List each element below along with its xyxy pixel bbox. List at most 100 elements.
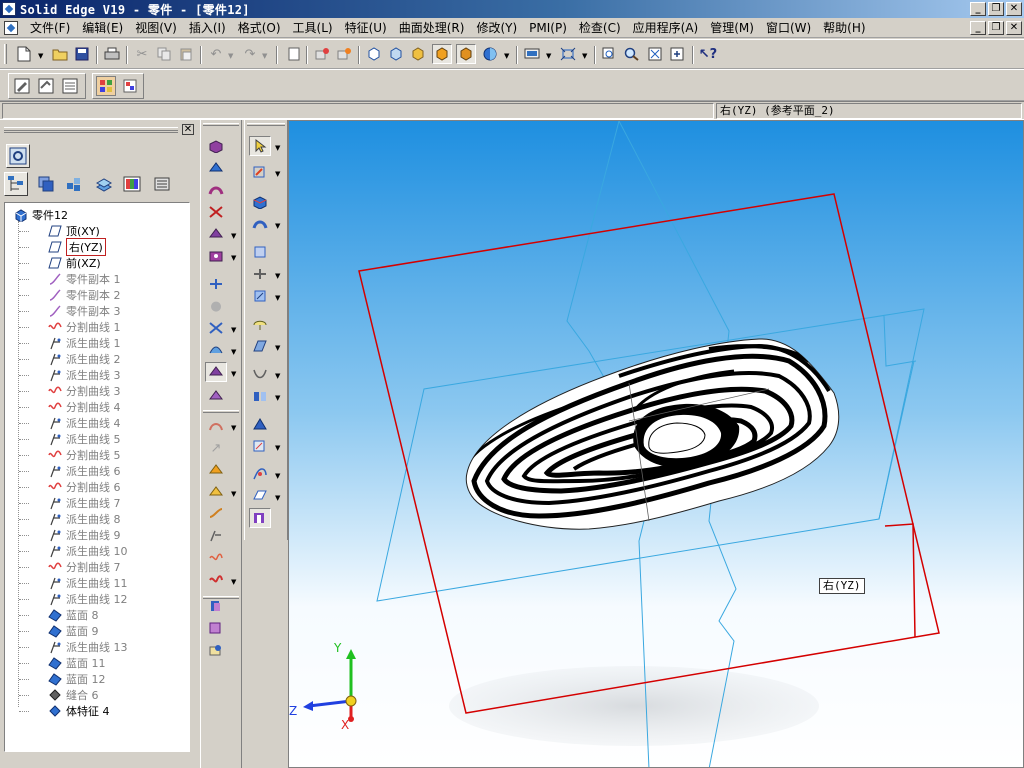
lip-icon[interactable] (205, 362, 227, 382)
view-style-icon[interactable] (480, 44, 500, 64)
view-front-icon[interactable] (386, 44, 406, 64)
select-tool-icon[interactable] (312, 44, 332, 64)
menu-manage[interactable]: 管理(M) (704, 20, 760, 36)
extend-surface-icon[interactable] (249, 386, 271, 406)
open-icon[interactable] (50, 44, 70, 64)
select-tool-icon[interactable] (249, 136, 271, 156)
replace-face-icon[interactable] (249, 436, 271, 456)
color-manager-icon[interactable] (120, 76, 140, 96)
tab-family-icon[interactable] (120, 172, 144, 196)
undo-dropdown-icon[interactable]: ▼ (228, 52, 233, 60)
tree-item[interactable]: 派生曲线 5 (47, 431, 121, 447)
redo-dropdown-icon[interactable]: ▼ (262, 52, 267, 60)
cross-curve-icon[interactable] (205, 570, 227, 590)
tree-item[interactable]: 蓝面 12 (47, 671, 106, 687)
tree-item[interactable]: 派生曲线 3 (47, 367, 121, 383)
graphics-window[interactable]: Y Z X 右(YZ) (288, 120, 1024, 768)
swept-surface-icon[interactable] (249, 286, 271, 306)
display-icon[interactable] (522, 44, 542, 64)
tree-item[interactable]: 派生曲线 7 (47, 495, 121, 511)
tree-item[interactable]: 零件副本 2 (47, 287, 121, 303)
feature-pathfinder-icon[interactable] (12, 76, 32, 96)
intersection-curve-icon[interactable] (205, 460, 227, 480)
keypoint-curve-icon[interactable] (205, 482, 227, 502)
extend-surface-dropdown-icon[interactable]: ▼ (275, 394, 280, 402)
zoom-area-icon[interactable] (600, 44, 620, 64)
fit-dropdown-icon[interactable]: ▼ (582, 52, 587, 60)
rule-surface-icon[interactable] (249, 336, 271, 356)
web-network-icon[interactable] (205, 340, 227, 360)
swept-surface-dropdown-icon[interactable]: ▼ (275, 294, 280, 302)
surface-curve-icon[interactable] (205, 416, 227, 436)
fit-icon[interactable] (558, 44, 578, 64)
toolbar-grip[interactable] (203, 123, 239, 126)
project-curve-icon[interactable]: ↗ (205, 438, 227, 458)
tree-item[interactable]: 派生曲线 6 (47, 463, 121, 479)
part-painter-icon[interactable] (96, 76, 116, 96)
menu-surfacing[interactable]: 曲面处理(R) (393, 20, 471, 36)
pan-icon[interactable] (668, 44, 688, 64)
coordinate-system-icon[interactable] (249, 508, 271, 528)
blend-dropdown-icon[interactable]: ▼ (275, 372, 280, 380)
tree-item[interactable]: 派生曲线 12 (47, 591, 128, 607)
menu-view[interactable]: 视图(V) (129, 20, 183, 36)
tree-item[interactable]: 分割曲线 1 (47, 319, 121, 335)
save-icon[interactable] (72, 44, 92, 64)
copy-surface-icon[interactable] (205, 618, 227, 638)
sketch-icon[interactable] (249, 162, 271, 182)
view-style-dropdown-icon[interactable]: ▼ (504, 52, 509, 60)
family-of-parts-icon[interactable] (60, 76, 80, 96)
cut-icon[interactable]: ✂ (132, 44, 152, 64)
menu-format[interactable]: 格式(O) (232, 20, 287, 36)
menu-file[interactable]: 文件(F) (24, 20, 76, 36)
tab-simplify-icon[interactable] (150, 172, 174, 196)
extruded-surface-icon[interactable] (249, 242, 271, 262)
tab-layers-icon[interactable] (34, 172, 58, 196)
tree-item[interactable]: 零件副本 1 (47, 271, 121, 287)
split-curve-icon[interactable] (205, 548, 227, 568)
web-network-dropdown-icon[interactable]: ▼ (231, 348, 236, 356)
restore-button[interactable]: ❐ (988, 2, 1004, 16)
edgebar-close-button[interactable]: ✕ (182, 124, 194, 135)
vent-icon[interactable] (205, 386, 227, 406)
tree-item[interactable]: 派生曲线 2 (47, 351, 121, 367)
revolved-surface-icon[interactable] (249, 264, 271, 284)
replace-face-dropdown-icon[interactable]: ▼ (275, 444, 280, 452)
revolved-surface-dropdown-icon[interactable]: ▼ (275, 272, 280, 280)
select-dropdown-icon[interactable]: ▼ (275, 144, 280, 152)
tree-item[interactable]: 派生曲线 8 (47, 511, 121, 527)
plane-tool-icon[interactable] (249, 486, 271, 506)
view-iso-icon[interactable] (364, 44, 384, 64)
hole-icon[interactable] (205, 246, 227, 266)
copy-icon[interactable] (154, 44, 174, 64)
point-icon[interactable]: ● (205, 296, 227, 316)
keypoint-curve-dropdown-icon[interactable]: ▼ (231, 490, 236, 498)
properties-icon[interactable] (284, 44, 304, 64)
app-icon[interactable] (2, 2, 16, 16)
tree-item[interactable]: 分割曲线 4 (47, 399, 121, 415)
blend-icon[interactable] (249, 364, 271, 384)
doc-close-button[interactable]: ✕ (1006, 21, 1022, 35)
surface-curve-dropdown-icon[interactable]: ▼ (231, 424, 236, 432)
new-icon[interactable] (14, 44, 34, 64)
offset-icon[interactable] (205, 596, 227, 616)
menu-tools[interactable]: 工具(L) (287, 20, 339, 36)
menu-help[interactable]: 帮助(H) (817, 20, 871, 36)
redo-icon[interactable]: ↷ (240, 44, 260, 64)
lip-dropdown-icon[interactable]: ▼ (231, 370, 236, 378)
zoom-icon[interactable] (622, 44, 642, 64)
tree-item[interactable]: 蓝面 11 (47, 655, 106, 671)
zoom-fit-icon[interactable] (646, 44, 666, 64)
close-button[interactable]: ✕ (1006, 2, 1022, 16)
document-icon[interactable] (4, 21, 18, 35)
tree-item[interactable]: 蓝面 8 (47, 607, 99, 623)
whats-this-help-icon[interactable]: ↖? (698, 44, 718, 64)
tree-item[interactable]: 蓝面 9 (47, 623, 99, 639)
thread-icon[interactable] (205, 274, 227, 294)
cutout-icon[interactable] (205, 202, 227, 222)
tree-item[interactable]: 缝合 6 (47, 687, 99, 703)
menu-applications[interactable]: 应用程序(A) (627, 20, 705, 36)
curve-tool-dropdown-icon[interactable]: ▼ (275, 472, 280, 480)
tree-item[interactable]: 分割曲线 3 (47, 383, 121, 399)
tree-item[interactable]: 派生曲线 4 (47, 415, 121, 431)
